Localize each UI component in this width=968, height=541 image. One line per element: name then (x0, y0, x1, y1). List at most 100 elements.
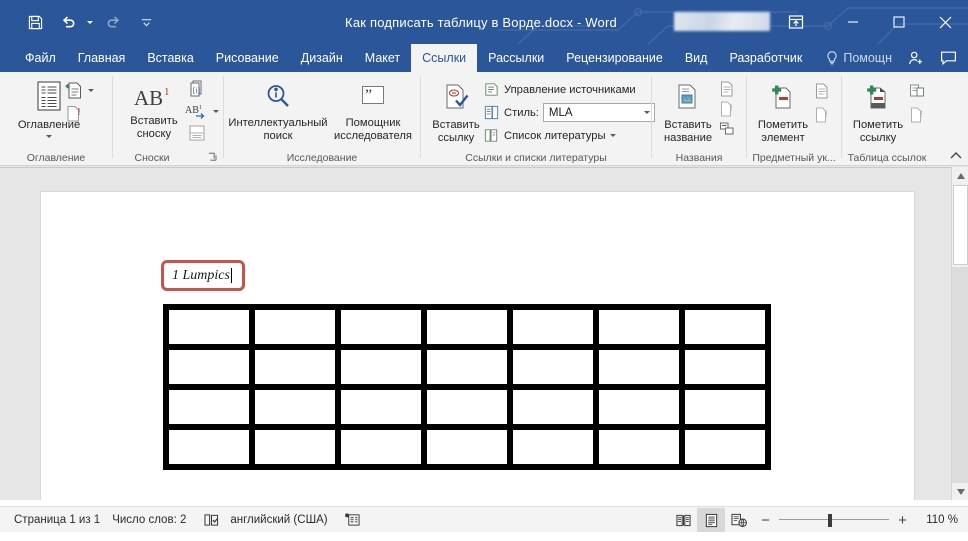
table-row[interactable] (166, 307, 768, 347)
table-cell[interactable] (166, 387, 252, 427)
next-footnote-button[interactable]: AB 1 (185, 102, 219, 120)
mark-citation-button[interactable]: Пометить ссылку (846, 82, 910, 145)
tell-me-box[interactable]: Помощн (820, 51, 898, 65)
table-cell[interactable] (682, 387, 768, 427)
vertical-scrollbar[interactable] (951, 167, 968, 500)
insert-table-of-authorities-button[interactable] (908, 82, 926, 100)
tab-mailings[interactable]: Рассылки (477, 44, 555, 72)
table-cell[interactable] (252, 387, 338, 427)
tab-home[interactable]: Главная (67, 44, 137, 72)
table-cell[interactable] (252, 427, 338, 467)
document-table[interactable] (163, 304, 771, 470)
table-row[interactable] (166, 427, 768, 467)
tab-layout[interactable]: Макет (354, 44, 411, 72)
tab-design[interactable]: Дизайн (290, 44, 354, 72)
insert-citation-button[interactable]: Вставить ссылку (425, 82, 487, 145)
update-table-of-authorities-button[interactable]: ! (908, 106, 926, 124)
proofing-errors-icon[interactable] (198, 510, 224, 530)
web-layout-icon[interactable] (725, 508, 753, 532)
manage-sources-button[interactable]: Управление источниками (483, 81, 636, 98)
tab-view[interactable]: Вид (674, 44, 719, 72)
collapse-ribbon-icon[interactable] (950, 151, 962, 163)
researcher-button[interactable]: ” Помощник исследователя (328, 82, 418, 143)
scroll-down-arrow-icon[interactable] (952, 483, 968, 500)
mark-entry-button[interactable]: Пометить элемент (751, 82, 815, 145)
table-cell[interactable] (510, 427, 596, 467)
print-layout-icon[interactable] (697, 508, 725, 532)
table-cell[interactable] (338, 347, 424, 387)
next-footnote-caret-icon[interactable] (213, 110, 219, 113)
table-cell[interactable] (252, 347, 338, 387)
table-cell[interactable] (166, 427, 252, 467)
table-cell[interactable] (424, 387, 510, 427)
cross-reference-button[interactable] (718, 120, 736, 138)
bibliography-button[interactable]: Список литературы (483, 127, 616, 144)
tab-insert[interactable]: Вставка (136, 44, 204, 72)
table-cell[interactable] (596, 387, 682, 427)
table-cell[interactable] (424, 307, 510, 347)
tab-references[interactable]: Ссылки (411, 44, 477, 72)
table-cell[interactable] (510, 387, 596, 427)
show-notes-button[interactable] (187, 124, 207, 142)
update-table-caption-button[interactable]: ! (718, 100, 736, 118)
close-icon[interactable] (922, 0, 968, 44)
insert-endnote-button[interactable]: [i] (187, 78, 207, 98)
zoom-level-label[interactable]: 110 % (916, 514, 958, 526)
zoom-slider-thumb[interactable] (828, 514, 832, 527)
add-text-caret-icon[interactable] (88, 89, 94, 92)
table-row[interactable] (166, 347, 768, 387)
table-cell[interactable] (596, 347, 682, 387)
table-cell[interactable] (424, 347, 510, 387)
record-macro-icon[interactable] (340, 510, 366, 530)
table-cell[interactable] (166, 307, 252, 347)
tab-review[interactable]: Рецензирование (555, 44, 674, 72)
smart-lookup-button[interactable]: Интеллектуальный поиск (224, 82, 332, 143)
table-cell[interactable] (596, 307, 682, 347)
minimize-icon[interactable] (830, 0, 876, 44)
maximize-icon[interactable] (876, 0, 922, 44)
table-cell[interactable] (510, 347, 596, 387)
document-page[interactable]: 1 Lumpics (40, 191, 915, 501)
zoom-slider[interactable] (779, 513, 889, 527)
comments-icon[interactable] (934, 44, 962, 72)
tab-developer[interactable]: Разработчик (718, 44, 813, 72)
read-mode-icon[interactable] (669, 508, 697, 532)
language-indicator[interactable]: английский (США) (224, 514, 339, 526)
table-cell[interactable] (252, 307, 338, 347)
insert-index-button[interactable] (813, 82, 831, 100)
bibliography-caret-icon[interactable] (610, 134, 616, 137)
scrollbar-thumb[interactable] (953, 185, 968, 265)
scrollbar-track[interactable] (952, 267, 968, 483)
table-cell[interactable] (338, 427, 424, 467)
table-cell[interactable] (338, 307, 424, 347)
update-index-button[interactable]: ! (813, 106, 831, 124)
table-cell[interactable] (682, 347, 768, 387)
ribbon-display-options-icon[interactable] (774, 0, 818, 44)
citation-style-select[interactable]: MLA (543, 103, 655, 122)
update-table-button[interactable]: ! (64, 104, 84, 124)
word-count[interactable]: Число слов: 2 (112, 514, 198, 526)
add-text-button[interactable] (64, 80, 94, 100)
page-indicator[interactable]: Страница 1 из 1 (14, 514, 112, 526)
table-cell[interactable] (510, 307, 596, 347)
toc-caret-icon[interactable] (46, 135, 52, 138)
table-cell[interactable] (682, 427, 768, 467)
insert-table-of-figures-button[interactable] (718, 80, 736, 98)
footnotes-dialog-launcher-icon[interactable] (208, 152, 217, 163)
table-row[interactable] (166, 387, 768, 427)
zoom-in-button[interactable]: + (896, 514, 909, 527)
tab-file[interactable]: Файл (14, 44, 67, 72)
table-cell[interactable] (424, 427, 510, 467)
table-cell[interactable] (166, 347, 252, 387)
insert-caption-button[interactable]: Вставить название (656, 82, 720, 145)
table-cell[interactable] (338, 387, 424, 427)
table-cell[interactable] (596, 427, 682, 467)
zoom-out-button[interactable]: − (759, 514, 772, 527)
scroll-up-arrow-icon[interactable] (952, 167, 968, 184)
citation-style-caret-icon[interactable] (644, 111, 650, 114)
tab-draw[interactable]: Рисование (205, 44, 290, 72)
caption-highlight-box[interactable]: 1 Lumpics (161, 260, 245, 291)
insert-footnote-button[interactable]: AB 1 Вставить сноску (121, 84, 187, 141)
share-user-icon[interactable] (902, 44, 930, 72)
table-cell[interactable] (682, 307, 768, 347)
